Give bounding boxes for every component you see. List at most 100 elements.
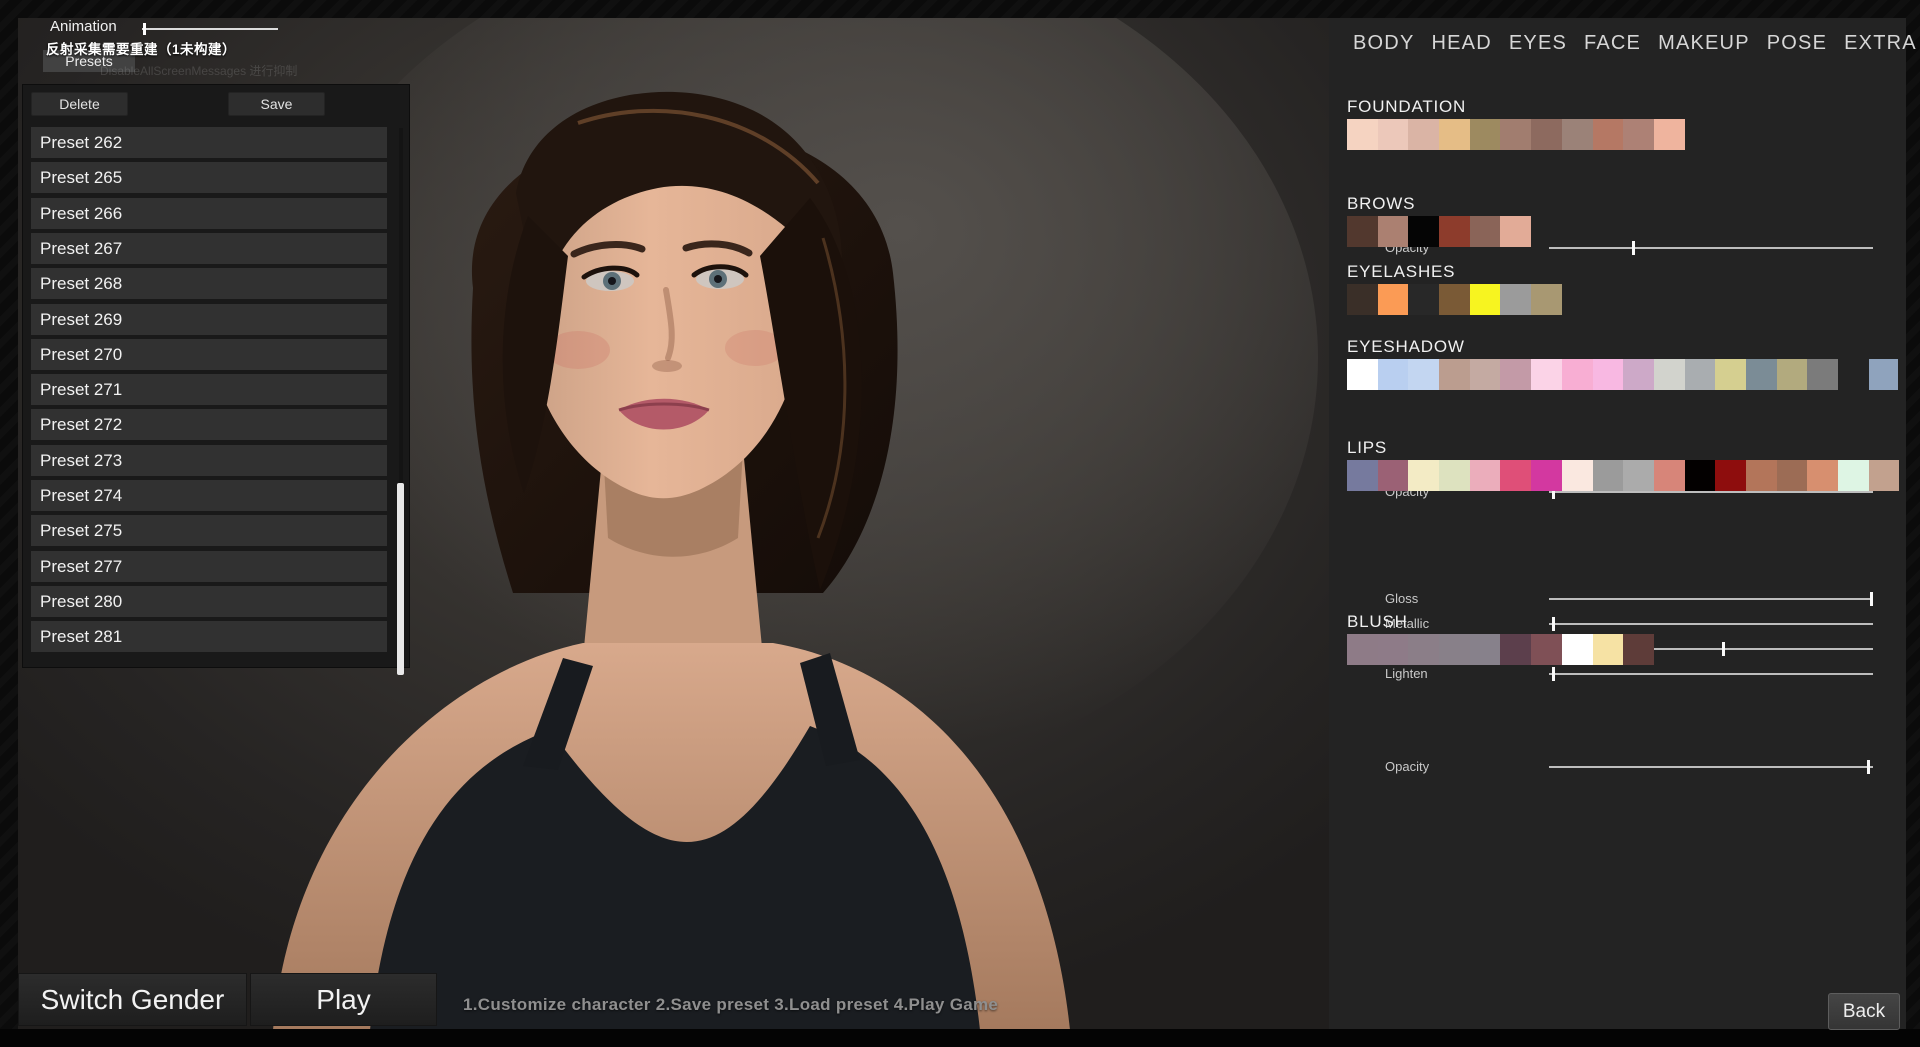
lips-swatch[interactable] [1685, 460, 1716, 491]
back-button[interactable]: Back [1828, 993, 1900, 1030]
switch-gender-button[interactable]: Switch Gender [18, 973, 247, 1026]
preset-item[interactable]: Preset 272 [31, 409, 387, 440]
lips-intensity-slider-handle[interactable] [1722, 642, 1725, 656]
preset-item[interactable]: Preset 269 [31, 304, 387, 335]
foundation-swatch[interactable] [1439, 119, 1470, 150]
lips-swatch[interactable] [1439, 460, 1470, 491]
eyeshadow-swatch-detached[interactable] [1869, 359, 1898, 390]
brows-swatch[interactable] [1470, 216, 1501, 247]
lips-gloss-slider[interactable] [1549, 598, 1873, 600]
preset-item[interactable]: Preset 281 [31, 621, 387, 652]
blush-swatch[interactable] [1531, 634, 1562, 665]
preset-item[interactable]: Preset 266 [31, 198, 387, 229]
blush-swatch[interactable] [1347, 634, 1378, 665]
preset-item[interactable]: Preset 270 [31, 339, 387, 370]
lips-swatch[interactable] [1347, 460, 1378, 491]
tab-face[interactable]: FACE [1584, 32, 1641, 55]
foundation-swatch[interactable] [1531, 119, 1562, 150]
animation-slider-handle[interactable] [143, 23, 146, 35]
lips-swatch[interactable] [1654, 460, 1685, 491]
eyeshadow-swatch[interactable] [1500, 359, 1531, 390]
preset-scrollbar-thumb[interactable] [397, 483, 404, 675]
eyeshadow-swatch[interactable] [1408, 359, 1439, 390]
lips-swatch[interactable] [1777, 460, 1808, 491]
preset-item[interactable]: Preset 262 [31, 127, 387, 158]
foundation-swatch[interactable] [1378, 119, 1409, 150]
eyelashes-swatch[interactable] [1347, 284, 1378, 315]
lips-swatch[interactable] [1470, 460, 1501, 491]
lips-lighten-slider[interactable] [1549, 673, 1873, 675]
tab-extra[interactable]: EXTRA [1844, 32, 1917, 55]
lips-swatch[interactable] [1838, 460, 1869, 491]
lips-swatch[interactable] [1500, 460, 1531, 491]
eyeshadow-swatch[interactable] [1562, 359, 1593, 390]
lips-swatch[interactable] [1623, 460, 1654, 491]
foundation-swatch[interactable] [1408, 119, 1439, 150]
eyeshadow-swatch[interactable] [1685, 359, 1716, 390]
eyelashes-swatch[interactable] [1500, 284, 1531, 315]
blush-swatch[interactable] [1378, 634, 1409, 665]
tab-body[interactable]: BODY [1353, 32, 1414, 55]
eyeshadow-swatch[interactable] [1746, 359, 1777, 390]
delete-preset-button[interactable]: Delete [31, 92, 128, 116]
lips-swatch[interactable] [1807, 460, 1838, 491]
tab-makeup[interactable]: MAKEUP [1658, 32, 1750, 55]
tab-head[interactable]: HEAD [1431, 32, 1491, 55]
foundation-swatch[interactable] [1654, 119, 1685, 150]
lips-lighten-slider-handle[interactable] [1552, 667, 1555, 681]
foundation-opacity-slider[interactable] [1549, 247, 1873, 249]
lips-swatch[interactable] [1746, 460, 1777, 491]
foundation-swatch[interactable] [1623, 119, 1654, 150]
eyeshadow-swatch[interactable] [1347, 359, 1378, 390]
tab-eyes[interactable]: EYES [1509, 32, 1567, 55]
brows-swatch[interactable] [1378, 216, 1409, 247]
preset-item[interactable]: Preset 275 [31, 515, 387, 546]
eyelashes-swatch[interactable] [1408, 284, 1439, 315]
preset-item[interactable]: Preset 280 [31, 586, 387, 617]
foundation-swatch[interactable] [1470, 119, 1501, 150]
lips-gloss-slider-handle[interactable] [1870, 592, 1873, 606]
lips-swatch[interactable] [1593, 460, 1624, 491]
brows-swatch[interactable] [1408, 216, 1439, 247]
eyeshadow-swatch[interactable] [1593, 359, 1624, 390]
brows-swatch[interactable] [1439, 216, 1470, 247]
preset-item[interactable]: Preset 265 [31, 162, 387, 193]
lips-swatch[interactable] [1869, 460, 1900, 491]
preset-item[interactable]: Preset 277 [31, 551, 387, 582]
lips-swatch[interactable] [1531, 460, 1562, 491]
eyeshadow-swatch[interactable] [1531, 359, 1562, 390]
lips-swatch[interactable] [1715, 460, 1746, 491]
eyeshadow-swatch[interactable] [1807, 359, 1838, 390]
eyeshadow-swatch[interactable] [1654, 359, 1685, 390]
tab-pose[interactable]: POSE [1767, 32, 1827, 55]
brows-swatch[interactable] [1500, 216, 1531, 247]
blush-swatch[interactable] [1408, 634, 1439, 665]
save-preset-button[interactable]: Save [228, 92, 325, 116]
eyelashes-swatch[interactable] [1378, 284, 1409, 315]
eyeshadow-swatch[interactable] [1439, 359, 1470, 390]
foundation-swatch[interactable] [1562, 119, 1593, 150]
preset-item[interactable]: Preset 268 [31, 268, 387, 299]
blush-swatch[interactable] [1562, 634, 1593, 665]
animation-slider[interactable] [142, 28, 278, 30]
foundation-swatch[interactable] [1347, 119, 1378, 150]
foundation-swatch[interactable] [1593, 119, 1624, 150]
foundation-swatch[interactable] [1500, 119, 1531, 150]
play-button[interactable]: Play [250, 973, 437, 1026]
eyelashes-swatch[interactable] [1531, 284, 1562, 315]
lips-swatch[interactable] [1562, 460, 1593, 491]
preset-item[interactable]: Preset 273 [31, 445, 387, 476]
eyelashes-swatch[interactable] [1470, 284, 1501, 315]
eyeshadow-swatch[interactable] [1470, 359, 1501, 390]
blush-opacity-slider[interactable] [1549, 766, 1873, 768]
eyeshadow-swatch[interactable] [1777, 359, 1808, 390]
blush-opacity-slider-handle[interactable] [1867, 760, 1870, 774]
lips-swatch[interactable] [1408, 460, 1439, 491]
blush-swatch[interactable] [1470, 634, 1501, 665]
eyeshadow-swatch[interactable] [1623, 359, 1654, 390]
preset-item[interactable]: Preset 271 [31, 374, 387, 405]
eyeshadow-swatch[interactable] [1378, 359, 1409, 390]
preset-item[interactable]: Preset 274 [31, 480, 387, 511]
lips-swatch[interactable] [1378, 460, 1409, 491]
eyelashes-swatch[interactable] [1439, 284, 1470, 315]
